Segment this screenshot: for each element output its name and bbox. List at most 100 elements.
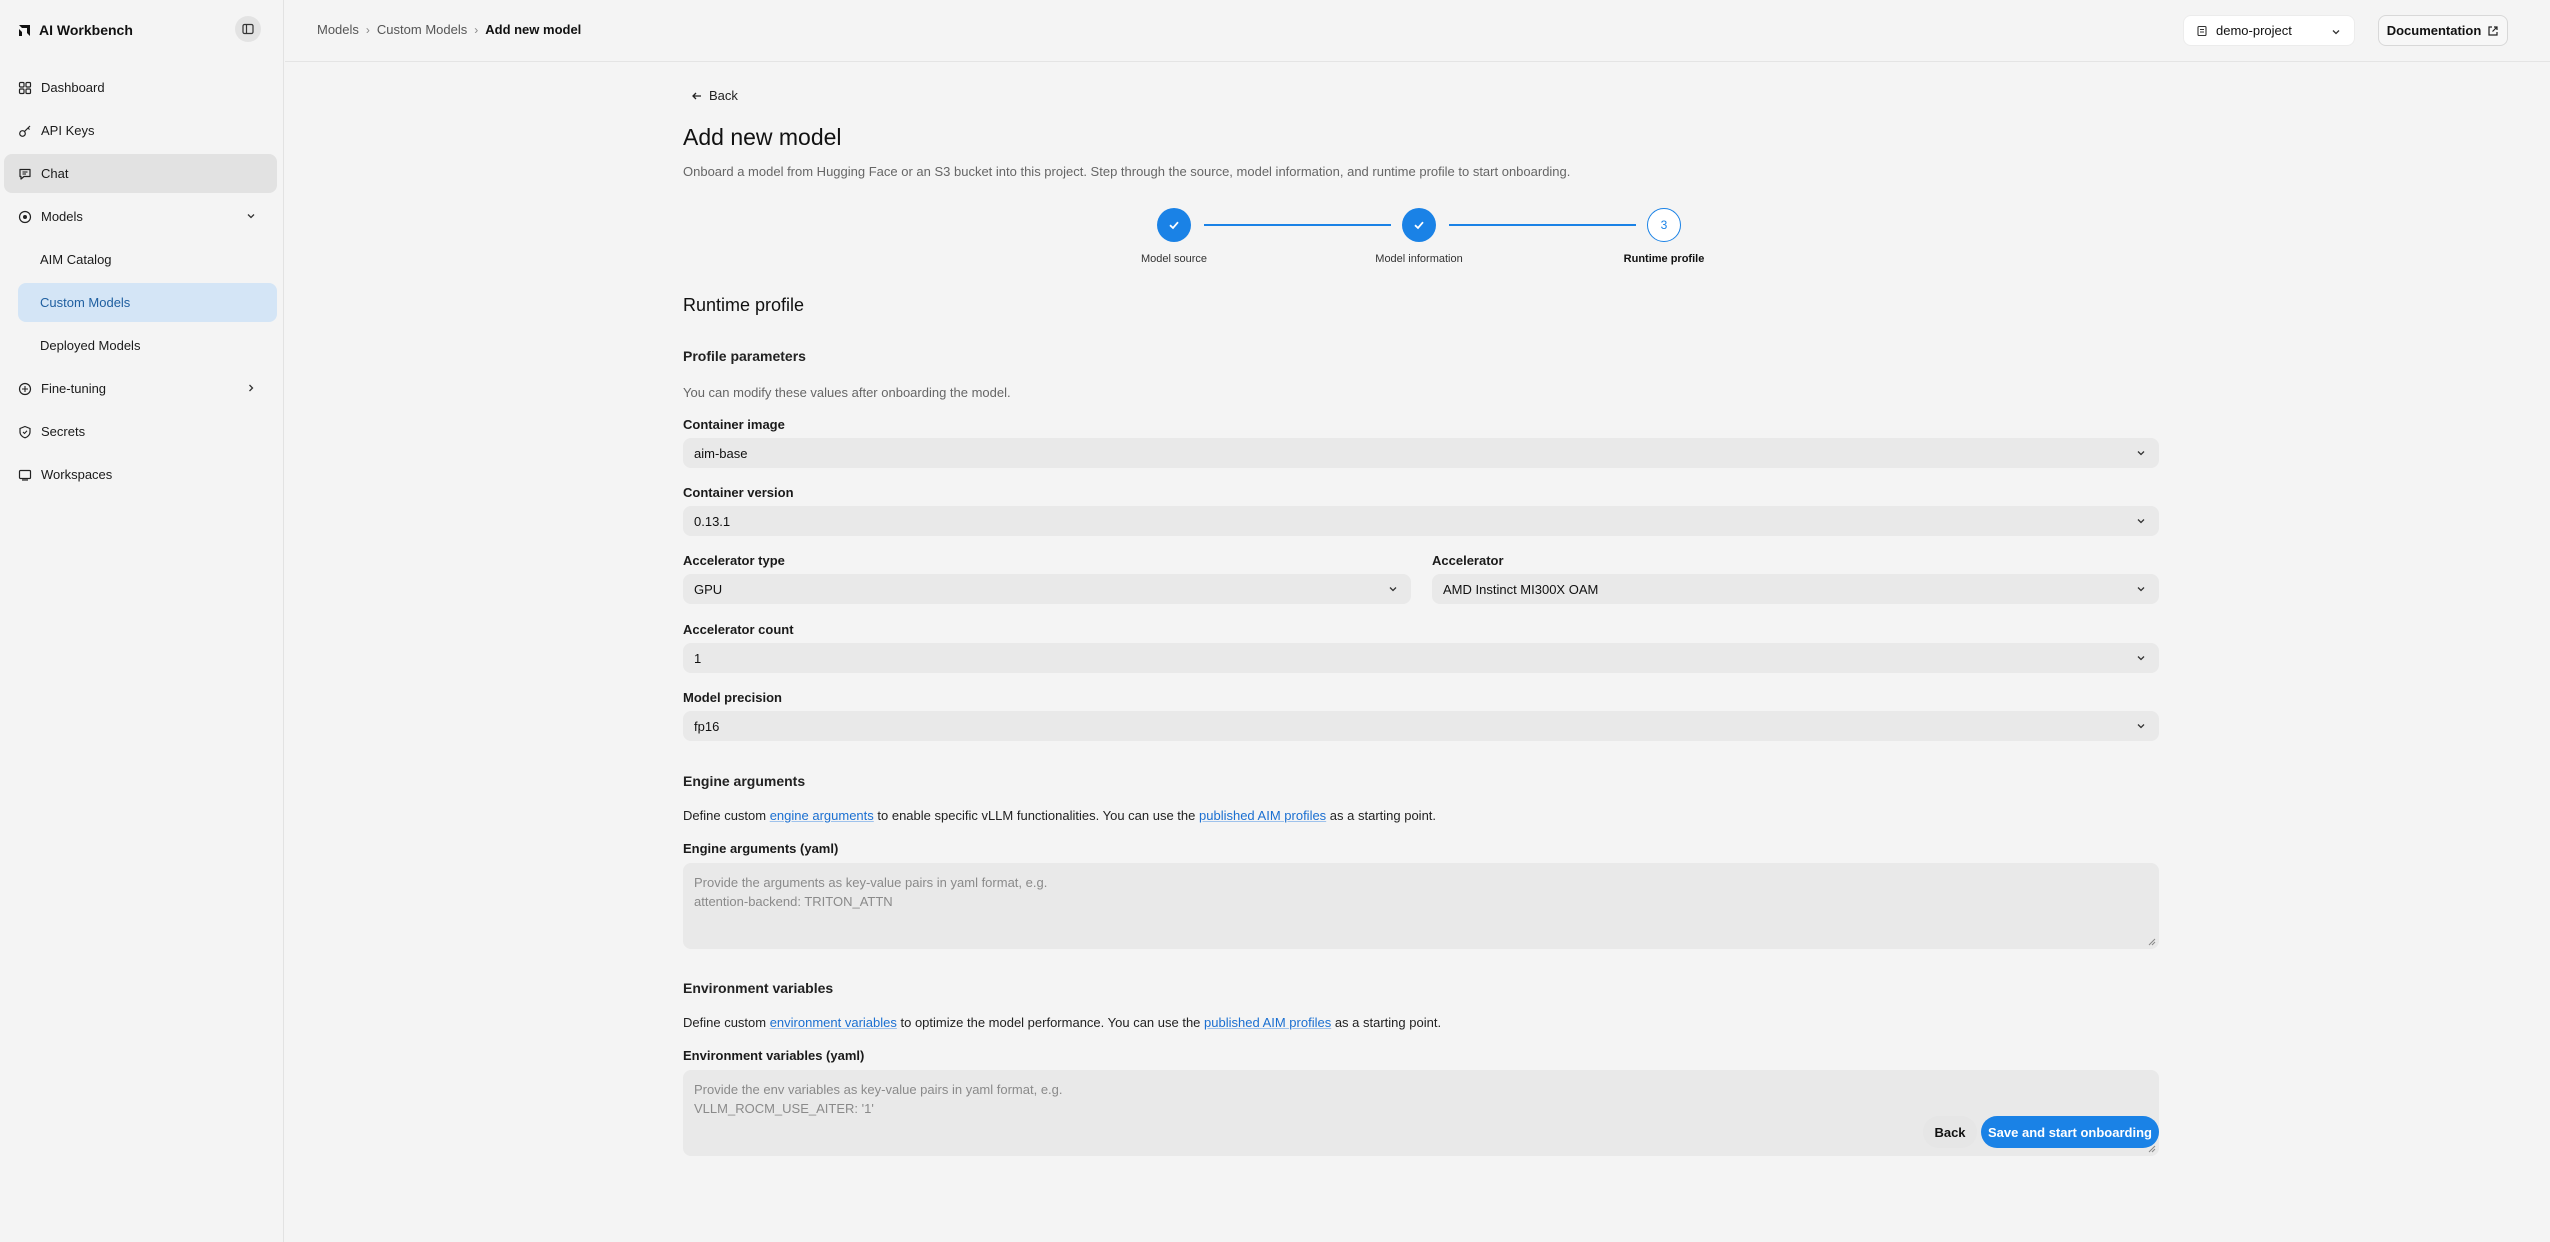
back-link-label: Back xyxy=(709,88,738,103)
page-title: Add new model xyxy=(683,124,842,150)
sidebar-item-label: Workspaces xyxy=(41,467,113,482)
step-3-number: 3 xyxy=(1660,218,1668,232)
back-link[interactable]: Back xyxy=(691,88,738,103)
container-image-value: aim-base xyxy=(694,445,748,461)
fine-tuning-icon xyxy=(18,382,32,395)
sidebar-item-label: Fine-tuning xyxy=(41,381,107,396)
sidebar-nav: Dashboard API Keys Chat Models AIM Catal… xyxy=(4,68,277,498)
back-button[interactable]: Back xyxy=(1923,1116,1977,1148)
breadcrumb: Models › Custom Models › Add new model xyxy=(317,22,581,37)
env-text-pre: Define custom xyxy=(683,1015,770,1030)
breadcrumb-custom-models[interactable]: Custom Models xyxy=(377,22,467,37)
engine-text-post: as a starting point. xyxy=(1326,808,1437,823)
chevron-right-icon xyxy=(249,384,254,392)
models-icon xyxy=(18,210,32,223)
accelerator-type-select[interactable]: GPU xyxy=(683,574,1411,604)
dashboard-icon xyxy=(18,81,32,94)
sidebar-item-label: Dashboard xyxy=(41,80,105,95)
environment-variables-field-label: Environment variables (yaml) xyxy=(683,1048,865,1063)
check-icon xyxy=(1414,221,1424,230)
sidebar-item-secrets[interactable]: Secrets xyxy=(4,412,277,451)
breadcrumb-current: Add new model xyxy=(485,22,582,37)
actions-layer: Back Save and start onboarding xyxy=(683,0,2159,1242)
brand[interactable]: AI Workbench xyxy=(18,18,133,42)
env-text-post: as a starting point. xyxy=(1331,1015,1442,1030)
profile-parameters-title: Profile parameters xyxy=(683,348,806,364)
shield-icon xyxy=(19,425,31,438)
engine-text-mid: to enable specific vLLM functionalities.… xyxy=(873,808,1199,823)
container-version-value: 0.13.1 xyxy=(694,513,731,529)
project-select[interactable]: demo-project xyxy=(2183,15,2355,46)
resize-grip-icon[interactable] xyxy=(2148,938,2156,946)
env-placeholder-line2: VLLM_ROCM_USE_AITER: '1' xyxy=(694,1101,874,1116)
engine-arguments-textarea[interactable]: Provide the arguments as key-value pairs… xyxy=(683,863,2159,949)
sidebar-item-label: Secrets xyxy=(41,424,86,439)
sidebar-item-label: API Keys xyxy=(41,123,95,138)
sidebar: AI Workbench Dashboard API Keys Chat Mod… xyxy=(0,0,284,1242)
arrow-left-icon xyxy=(692,92,701,99)
top-bar: Models › Custom Models › Add new model d… xyxy=(285,0,2550,62)
sidebar-item-label: Models xyxy=(41,209,83,224)
key-icon xyxy=(19,125,31,137)
step-2-circle xyxy=(1402,208,1436,242)
sidebar-item-api-keys[interactable]: API Keys xyxy=(4,111,277,150)
accelerator-label: Accelerator xyxy=(1432,553,1504,568)
step-1-label: Model source xyxy=(1140,253,1208,265)
external-link-icon xyxy=(2488,25,2498,36)
accelerator-count-value: 1 xyxy=(694,650,702,666)
published-aim-profiles-link[interactable]: published AIM profiles xyxy=(1199,808,1326,823)
documentation-label: Documentation xyxy=(2386,23,2482,38)
save-and-start-onboarding-button[interactable]: Save and start onboarding xyxy=(1981,1116,2159,1148)
chevron-down-icon xyxy=(2137,656,2145,661)
step-3-circle: 3 xyxy=(1647,208,1681,242)
model-precision-value: fp16 xyxy=(694,718,720,734)
model-precision-select[interactable]: fp16 xyxy=(683,711,2159,741)
sidebar-item-label: Deployed Models xyxy=(40,338,141,353)
profile-hint: You can modify these values after onboar… xyxy=(683,385,1011,400)
step-connector xyxy=(1204,224,1391,226)
step-1-circle xyxy=(1157,208,1191,242)
container-image-select[interactable]: aim-base xyxy=(683,438,2159,468)
logo-icon xyxy=(19,24,30,36)
sidebar-item-dashboard[interactable]: Dashboard xyxy=(4,68,277,107)
workspace-icon xyxy=(18,469,32,481)
documentation-button[interactable]: Documentation xyxy=(2378,15,2508,46)
step-2-label: Model information xyxy=(1375,253,1463,265)
sidebar-item-models[interactable]: Models xyxy=(4,197,277,236)
sidebar-toggle-icon xyxy=(242,23,254,35)
chevron-down-icon xyxy=(2137,451,2145,456)
engine-placeholder-line1: Provide the arguments as key-value pairs… xyxy=(694,875,1048,890)
sidebar-item-fine-tuning[interactable]: Fine-tuning xyxy=(4,369,277,408)
breadcrumb-models[interactable]: Models xyxy=(317,22,359,37)
chevron-right-icon: › xyxy=(365,22,370,37)
sidebar-item-custom-models[interactable]: Custom Models xyxy=(18,283,277,322)
model-precision-label: Model precision xyxy=(683,690,782,705)
sidebar-item-label: Chat xyxy=(41,166,69,181)
accelerator-select[interactable]: AMD Instinct MI300X OAM xyxy=(1432,574,2159,604)
accelerator-type-value: GPU xyxy=(694,581,723,597)
environment-variables-link[interactable]: environment variables xyxy=(770,1015,897,1030)
sidebar-item-aim-catalog[interactable]: AIM Catalog xyxy=(4,240,277,279)
section-title: Runtime profile xyxy=(683,295,805,315)
sidebar-item-deployed-models[interactable]: Deployed Models xyxy=(4,326,277,365)
sidebar-item-chat[interactable]: Chat xyxy=(4,154,277,193)
step-connector xyxy=(1449,224,1636,226)
published-aim-profiles-link[interactable]: published AIM profiles xyxy=(1204,1015,1331,1030)
sidebar-collapse-button[interactable] xyxy=(235,16,261,42)
container-version-select[interactable]: 0.13.1 xyxy=(683,506,2159,536)
engine-arguments-link[interactable]: engine arguments xyxy=(770,808,874,823)
env-placeholder-line1: Provide the env variables as key-value p… xyxy=(694,1082,1063,1097)
accelerator-count-select[interactable]: 1 xyxy=(683,643,2159,673)
stepper: 3 Model source Model information Runtime… xyxy=(683,208,2159,288)
accelerator-count-label: Accelerator count xyxy=(683,622,794,637)
page-description: Onboard a model from Hugging Face or an … xyxy=(683,164,1571,179)
container-image-label: Container image xyxy=(683,417,785,432)
accelerator-value: AMD Instinct MI300X OAM xyxy=(1443,581,1599,597)
chevron-down-icon xyxy=(2137,519,2145,524)
chat-icon xyxy=(19,168,31,180)
engine-placeholder-line2: attention-backend: TRITON_ATTN xyxy=(694,894,893,909)
app-title: AI Workbench xyxy=(39,22,133,38)
engine-arguments-field-label: Engine arguments (yaml) xyxy=(683,841,839,856)
engine-text-pre: Define custom xyxy=(683,808,770,823)
sidebar-item-workspaces[interactable]: Workspaces xyxy=(4,455,277,494)
